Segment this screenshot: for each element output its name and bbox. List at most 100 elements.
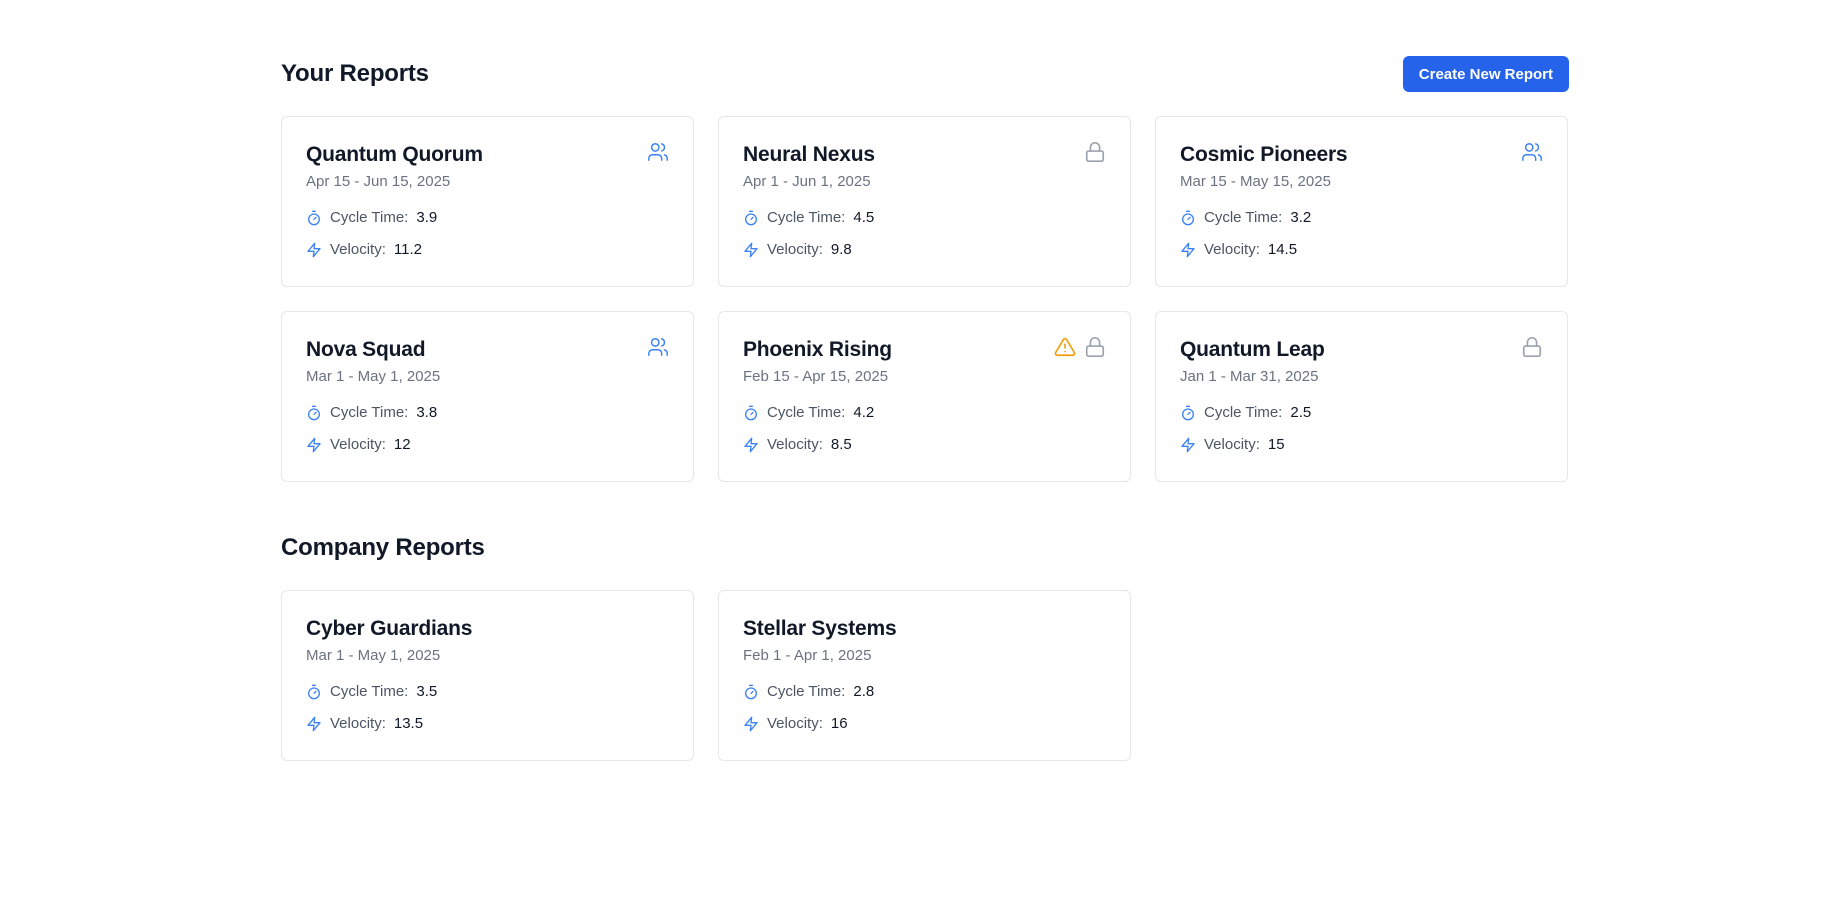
card-title: Neural Nexus	[743, 143, 875, 166]
cycle-time-metric: Cycle Time: 2.5	[1180, 403, 1543, 423]
zap-icon	[743, 716, 759, 732]
report-card[interactable]: Quantum Quorum Apr 15 - Jun 15, 2025 Cycle…	[281, 116, 694, 287]
your-reports-header: Your Reports Create New Report	[281, 56, 1569, 92]
your-reports-grid: Quantum Quorum Apr 15 - Jun 15, 2025 Cycle…	[281, 116, 1569, 482]
timer-icon	[306, 210, 322, 226]
velocity-value: 14.5	[1267, 241, 1298, 258]
timer-icon	[1180, 210, 1196, 226]
cycle-time-metric: Cycle Time: 3.5	[306, 682, 669, 702]
zap-icon	[306, 437, 322, 453]
lock-icon	[1521, 336, 1543, 358]
card-date-range: Mar 1 - May 1, 2025	[306, 368, 441, 385]
velocity-label: Velocity:	[767, 436, 823, 453]
velocity-value: 8.5	[830, 436, 852, 453]
timer-icon	[743, 405, 759, 421]
cycle-time-metric: Cycle Time: 2.8	[743, 682, 1106, 702]
reports-page: Your Reports Create New Report Quantum Q…	[0, 0, 1840, 900]
velocity-metric: Velocity: 15	[1180, 435, 1543, 455]
company-reports-header: Company Reports	[281, 530, 1569, 566]
cycle-time-metric: Cycle Time: 3.8	[306, 403, 669, 423]
velocity-value: 16	[830, 715, 848, 732]
report-card[interactable]: Quantum Leap Jan 1 - Mar 31, 2025 Cycle Ti…	[1155, 311, 1568, 482]
velocity-value: 9.8	[830, 241, 852, 258]
card-title: Stellar Systems	[743, 617, 897, 640]
cycle-time-label: Cycle Time:	[767, 404, 846, 421]
card-title: Quantum Leap	[1180, 338, 1325, 361]
cycle-time-value: 3.9	[416, 209, 438, 226]
card-status-icons	[1084, 141, 1106, 163]
cycle-time-label: Cycle Time:	[330, 683, 409, 700]
report-card[interactable]: Neural Nexus Apr 1 - Jun 1, 2025 Cycle Tim…	[718, 116, 1131, 287]
cycle-time-value: 3.5	[416, 683, 438, 700]
velocity-metric: Velocity: 16	[743, 714, 1106, 734]
report-card[interactable]: Cosmic Pioneers Mar 15 - May 15, 2025 Cycl…	[1155, 116, 1568, 287]
cycle-time-metric: Cycle Time: 3.9	[306, 208, 669, 228]
reports-container: Your Reports Create New Report Quantum Q…	[281, 56, 1569, 761]
company-reports-title: Company Reports	[281, 534, 485, 561]
velocity-metric: Velocity: 13.5	[306, 714, 669, 734]
cycle-time-label: Cycle Time:	[330, 404, 409, 421]
velocity-metric: Velocity: 14.5	[1180, 240, 1543, 260]
zap-icon	[743, 242, 759, 258]
timer-icon	[743, 210, 759, 226]
cycle-time-metric: Cycle Time: 4.5	[743, 208, 1106, 228]
report-card[interactable]: Stellar Systems Feb 1 - Apr 1, 2025 Cycle …	[718, 590, 1131, 761]
card-date-range: Apr 15 - Jun 15, 2025	[306, 173, 451, 190]
zap-icon	[743, 437, 759, 453]
company-reports-grid: Cyber Guardians Mar 1 - May 1, 2025 Cycle …	[281, 590, 1569, 761]
velocity-value: 15	[1267, 436, 1285, 453]
card-title: Nova Squad	[306, 338, 426, 361]
velocity-value: 12	[393, 436, 411, 453]
cycle-time-value: 4.5	[853, 209, 875, 226]
cycle-time-metric: Cycle Time: 3.2	[1180, 208, 1543, 228]
cycle-time-value: 2.5	[1290, 404, 1312, 421]
velocity-label: Velocity:	[330, 436, 386, 453]
zap-icon	[1180, 242, 1196, 258]
card-date-range: Apr 1 - Jun 1, 2025	[743, 173, 871, 190]
lock-icon	[1084, 336, 1106, 358]
velocity-metric: Velocity: 8.5	[743, 435, 1106, 455]
timer-icon	[743, 684, 759, 700]
cycle-time-value: 2.8	[853, 683, 875, 700]
card-title: Quantum Quorum	[306, 143, 483, 166]
card-date-range: Mar 15 - May 15, 2025	[1180, 173, 1331, 190]
velocity-value: 11.2	[393, 241, 422, 258]
card-status-icons	[647, 141, 669, 163]
cycle-time-label: Cycle Time:	[767, 683, 846, 700]
report-card[interactable]: Cyber Guardians Mar 1 - May 1, 2025 Cycle …	[281, 590, 694, 761]
warning-icon	[1054, 336, 1076, 358]
velocity-label: Velocity:	[767, 241, 823, 258]
velocity-value: 13.5	[393, 715, 424, 732]
card-title: Cosmic Pioneers	[1180, 143, 1348, 166]
lock-icon	[1084, 141, 1106, 163]
users-icon	[647, 336, 669, 358]
create-new-report-button[interactable]: Create New Report	[1402, 56, 1569, 92]
timer-icon	[306, 684, 322, 700]
card-status-icons	[1054, 336, 1106, 358]
velocity-metric: Velocity: 11.2	[306, 240, 669, 260]
zap-icon	[306, 716, 322, 732]
card-date-range: Feb 1 - Apr 1, 2025	[743, 647, 872, 664]
cycle-time-metric: Cycle Time: 4.2	[743, 403, 1106, 423]
your-reports-title: Your Reports	[281, 60, 429, 87]
velocity-label: Velocity:	[330, 715, 386, 732]
cycle-time-label: Cycle Time:	[330, 209, 409, 226]
report-card[interactable]: Phoenix Rising Feb 15 - Apr 15, 2025 Cycle…	[718, 311, 1131, 482]
velocity-metric: Velocity: 12	[306, 435, 669, 455]
timer-icon	[1180, 405, 1196, 421]
card-date-range: Jan 1 - Mar 31, 2025	[1180, 368, 1319, 385]
report-card[interactable]: Nova Squad Mar 1 - May 1, 2025 Cycle Time:…	[281, 311, 694, 482]
velocity-label: Velocity:	[1204, 436, 1260, 453]
cycle-time-label: Cycle Time:	[1204, 209, 1283, 226]
cycle-time-value: 4.2	[853, 404, 875, 421]
card-status-icons	[647, 336, 669, 358]
zap-icon	[1180, 437, 1196, 453]
timer-icon	[306, 405, 322, 421]
card-status-icons	[1521, 141, 1543, 163]
velocity-label: Velocity:	[330, 241, 386, 258]
card-date-range: Feb 15 - Apr 15, 2025	[743, 368, 889, 385]
card-date-range: Mar 1 - May 1, 2025	[306, 647, 441, 664]
card-title: Cyber Guardians	[306, 617, 473, 640]
card-status-icons	[1521, 336, 1543, 358]
velocity-label: Velocity:	[767, 715, 823, 732]
